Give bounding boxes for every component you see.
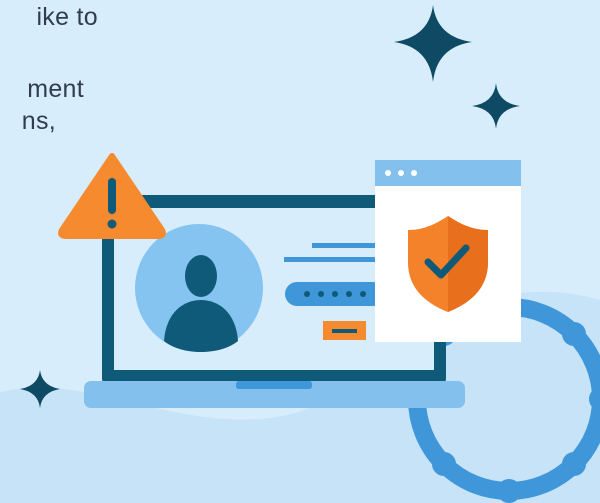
window-dot-icon [411, 170, 417, 176]
window-dot-icon [398, 170, 404, 176]
password-dot [318, 291, 324, 297]
password-field [285, 282, 385, 306]
password-dot [360, 291, 366, 297]
security-illustration [0, 5, 600, 503]
sparkle-icon [472, 83, 520, 129]
browser-title-bar [375, 160, 521, 186]
password-dot [346, 291, 352, 297]
password-dot [304, 291, 310, 297]
password-dot [332, 291, 338, 297]
illustration-canvas: ike to ment ns, [0, 0, 600, 503]
laptop-hinge [236, 381, 312, 389]
user-avatar-icon [135, 224, 263, 352]
window-dot-icon [385, 170, 391, 176]
login-button [323, 321, 366, 340]
sparkle-icon [394, 5, 472, 82]
browser-window [375, 160, 521, 342]
